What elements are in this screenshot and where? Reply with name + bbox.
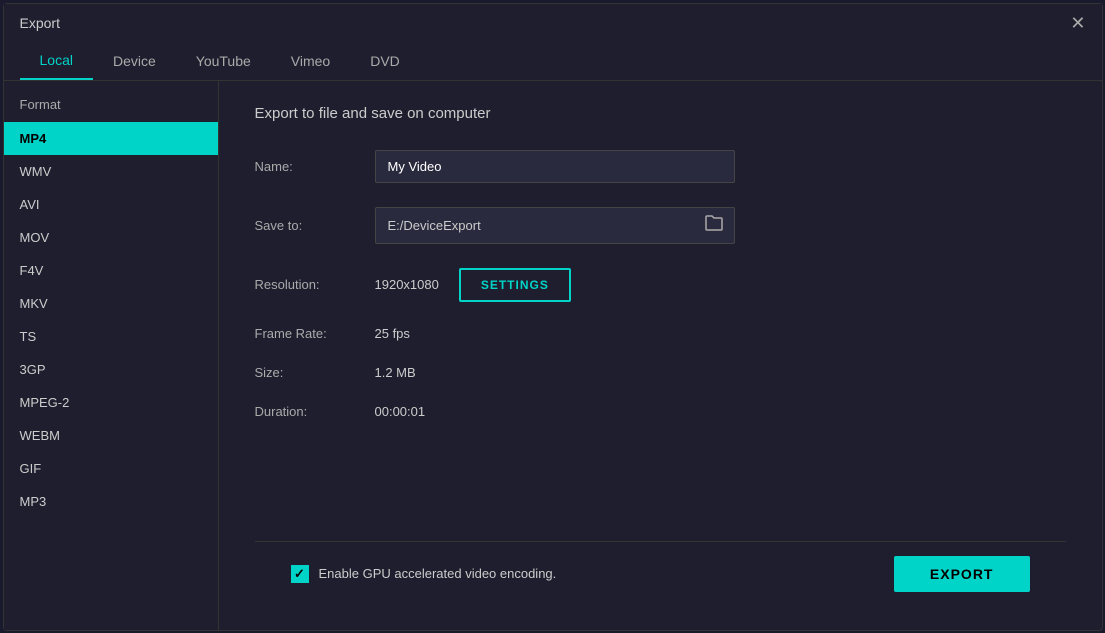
sidebar-item-wmv[interactable]: WMV	[4, 155, 218, 188]
close-button[interactable]: ✕	[1070, 14, 1085, 32]
gpu-checkbox[interactable]	[291, 565, 309, 583]
sidebar-item-mkv[interactable]: MKV	[4, 287, 218, 320]
resolution-value: 1920x1080	[375, 277, 439, 292]
sidebar-item-f4v[interactable]: F4V	[4, 254, 218, 287]
frame-rate-label: Frame Rate:	[255, 326, 375, 341]
sidebar-item-avi[interactable]: AVI	[4, 188, 218, 221]
size-value: 1.2 MB	[375, 365, 416, 380]
tab-local[interactable]: Local	[20, 42, 93, 80]
gpu-label-text: Enable GPU accelerated video encoding.	[319, 566, 557, 581]
resolution-wrapper: 1920x1080 SETTINGS	[375, 268, 571, 302]
bottom-bar: Enable GPU accelerated video encoding. E…	[255, 541, 1066, 606]
save-to-row: Save to:	[255, 207, 1066, 244]
sidebar-item-webm[interactable]: WEBM	[4, 419, 218, 452]
tab-bar: Local Device YouTube Vimeo DVD	[4, 42, 1102, 81]
tab-youtube[interactable]: YouTube	[176, 42, 271, 80]
duration-value: 00:00:01	[375, 404, 426, 419]
size-row: Size: 1.2 MB	[255, 365, 1066, 380]
gpu-checkbox-label[interactable]: Enable GPU accelerated video encoding.	[291, 565, 557, 583]
sidebar-item-mpeg2[interactable]: MPEG-2	[4, 386, 218, 419]
size-label: Size:	[255, 365, 375, 380]
sidebar: Format MP4 WMV AVI MOV F4V MKV TS 3GP MP…	[4, 81, 219, 630]
name-row: Name:	[255, 150, 1066, 183]
duration-label: Duration:	[255, 404, 375, 419]
save-to-input[interactable]	[376, 210, 694, 241]
tab-device[interactable]: Device	[93, 42, 176, 80]
title-bar: Export ✕	[4, 4, 1102, 42]
frame-rate-value: 25 fps	[375, 326, 410, 341]
dialog-title: Export	[20, 15, 60, 31]
sidebar-item-mp3[interactable]: MP3	[4, 485, 218, 518]
sidebar-item-mov[interactable]: MOV	[4, 221, 218, 254]
save-to-label: Save to:	[255, 218, 375, 233]
main-content: Export to file and save on computer Name…	[219, 81, 1102, 630]
sidebar-header: Format	[4, 97, 218, 122]
sidebar-item-mp4[interactable]: MP4	[4, 122, 218, 155]
duration-row: Duration: 00:00:01	[255, 404, 1066, 419]
export-dialog: Export ✕ Local Device YouTube Vimeo DVD …	[3, 3, 1103, 631]
settings-button[interactable]: SETTINGS	[459, 268, 571, 302]
export-button[interactable]: EXPORT	[894, 556, 1030, 592]
tab-vimeo[interactable]: Vimeo	[271, 42, 350, 80]
name-label: Name:	[255, 159, 375, 174]
sidebar-item-3gp[interactable]: 3GP	[4, 353, 218, 386]
frame-rate-row: Frame Rate: 25 fps	[255, 326, 1066, 341]
content-area: Format MP4 WMV AVI MOV F4V MKV TS 3GP MP…	[4, 81, 1102, 630]
resolution-row: Resolution: 1920x1080 SETTINGS	[255, 268, 1066, 302]
browse-folder-button[interactable]	[694, 208, 734, 243]
sidebar-item-gif[interactable]: GIF	[4, 452, 218, 485]
sidebar-item-ts[interactable]: TS	[4, 320, 218, 353]
resolution-label: Resolution:	[255, 277, 375, 292]
folder-input-wrapper	[375, 207, 735, 244]
name-input[interactable]	[375, 150, 735, 183]
tab-dvd[interactable]: DVD	[350, 42, 420, 80]
main-title: Export to file and save on computer	[255, 105, 1066, 122]
